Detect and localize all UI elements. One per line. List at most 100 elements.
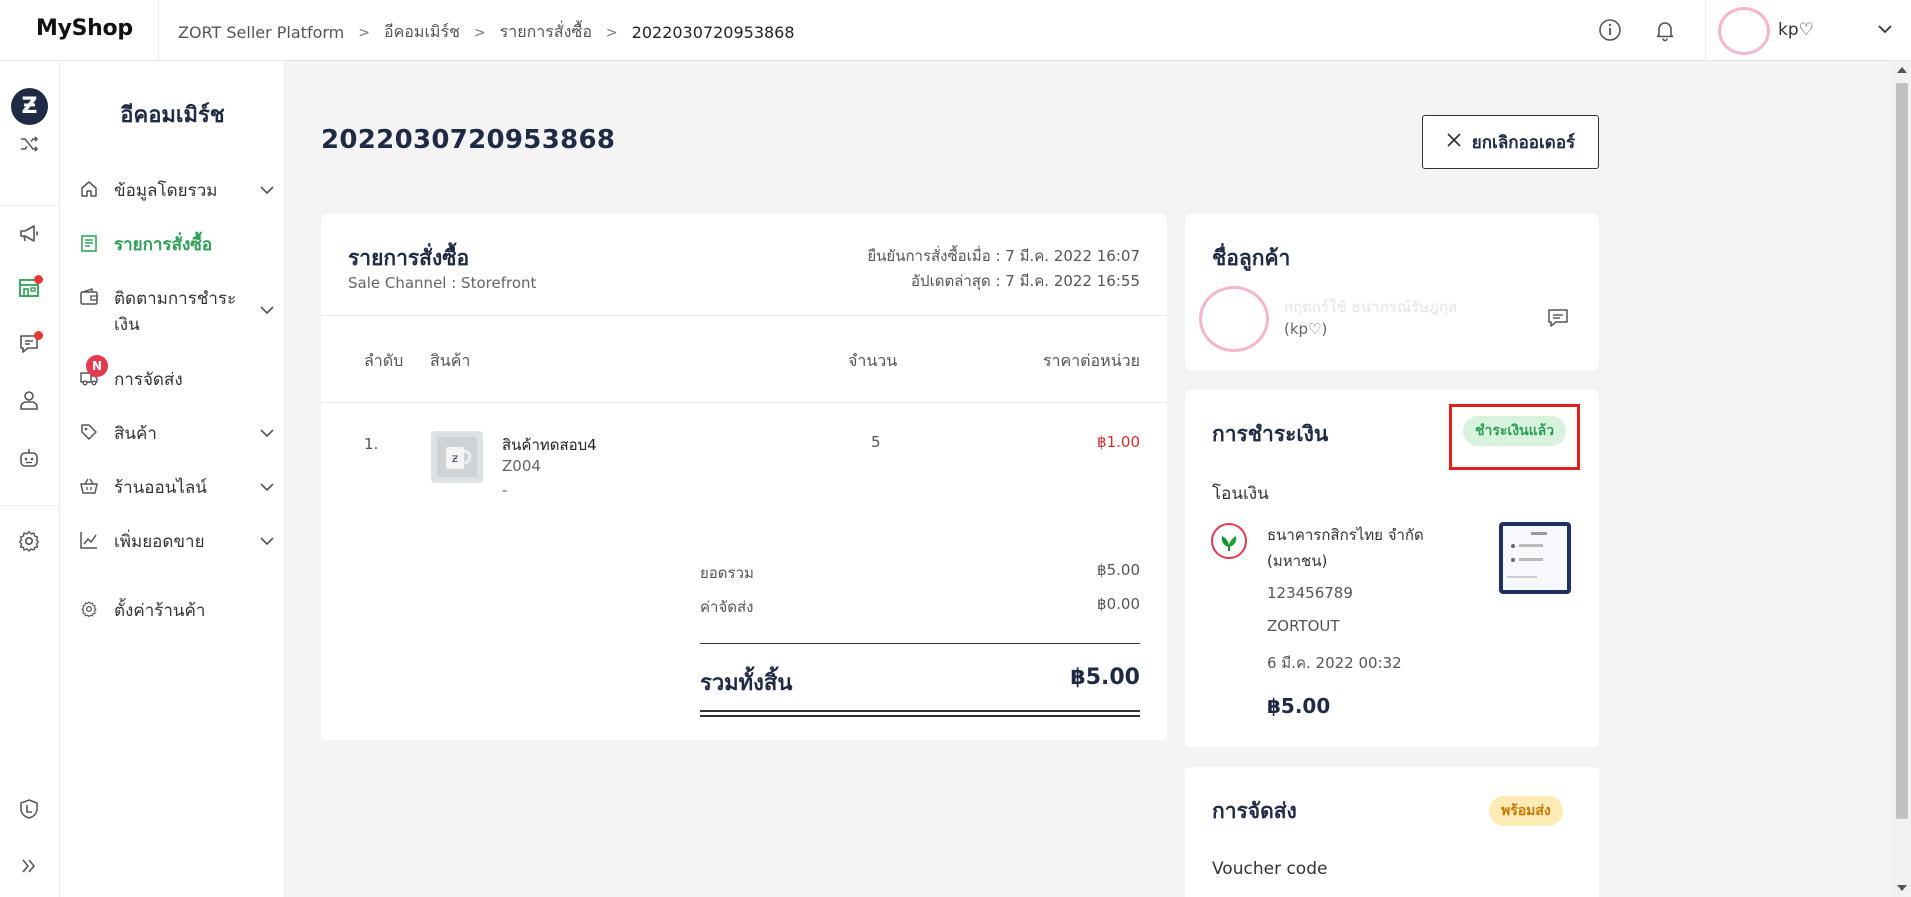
top-bar: MyShop ZORT Seller Platform > อีคอมเมิร์… xyxy=(0,0,1911,61)
chart-icon xyxy=(78,529,100,551)
product-name[interactable]: สินค้าทดสอบ4 xyxy=(502,433,597,457)
sidebar-item-label: การจัดส่ง xyxy=(114,370,183,390)
sidebar-item-shipping[interactable]: N การจัดส่ง xyxy=(78,355,278,393)
sidebar-item-online-store[interactable]: ร้านออนไลน์ xyxy=(78,475,278,501)
sidebar-item-overview[interactable]: ข้อมูลโดยรวม xyxy=(78,178,278,204)
breadcrumb-item-platform[interactable]: ZORT Seller Platform xyxy=(178,23,344,42)
shield-l-icon[interactable] xyxy=(14,794,44,824)
divider xyxy=(0,205,60,206)
bell-icon[interactable] xyxy=(1651,16,1679,44)
bot-icon[interactable] xyxy=(14,443,44,473)
truck-icon: N xyxy=(78,355,108,389)
sidebar-item-label: รายการสั่งซื้อ xyxy=(114,235,213,255)
column-header-unit-price: ราคาต่อหน่วย xyxy=(1042,351,1140,370)
shipping-card: การจัดส่ง พร้อมส่ง Voucher code xyxy=(1185,767,1599,897)
divider xyxy=(700,643,1140,644)
sidebar-item-label: ข้อมูลโดยรวม xyxy=(114,181,218,201)
chevron-down-icon[interactable] xyxy=(258,478,278,501)
shipping-fee-value: ฿0.00 xyxy=(1097,595,1140,613)
basket-icon xyxy=(78,475,100,497)
shipping-fee-label: ค่าจัดส่ง xyxy=(700,598,754,616)
notification-dot xyxy=(34,275,43,284)
product-thumbnail[interactable]: Ƶ xyxy=(431,431,483,483)
sidebar-item-label: สินค้า xyxy=(114,424,157,444)
order-list-icon xyxy=(78,232,100,254)
chevron-right-icon: > xyxy=(358,24,370,41)
message-icon[interactable] xyxy=(1546,306,1570,334)
sidebar-item-payment-tracking[interactable]: ติดตามการชำระเงิน xyxy=(78,286,278,338)
megaphone-icon[interactable] xyxy=(14,219,44,249)
updated-date: อัปเดตล่าสุด : 7 มี.ค. 2022 16:55 xyxy=(911,272,1140,290)
zort-logo-icon[interactable]: Ƶ xyxy=(11,88,48,125)
sidebar-item-orders[interactable]: รายการสั่งซื้อ xyxy=(78,232,278,258)
sidebar-item-label: ตั้งค่าร้านค้า xyxy=(114,601,206,621)
tag-icon xyxy=(78,421,100,443)
sidebar-item-label: ติดตามการชำระเงิน xyxy=(114,289,237,335)
close-icon xyxy=(1446,132,1462,153)
divider xyxy=(0,505,60,506)
sidebar-item-store-settings[interactable]: ตั้งค่าร้านค้า xyxy=(78,598,278,624)
page-title: 2022030720953868 xyxy=(321,125,616,155)
sidebar-item-products[interactable]: สินค้า xyxy=(78,421,278,447)
chevron-down-icon[interactable] xyxy=(1876,20,1894,42)
breadcrumb-item-current: 2022030720953868 xyxy=(631,23,795,42)
new-badge: N xyxy=(86,355,108,377)
svg-text:Ƶ: Ƶ xyxy=(452,455,458,465)
chevron-down-icon[interactable] xyxy=(258,532,278,555)
wallet-icon xyxy=(78,286,100,308)
customer-card: ชื่อลูกค้า กฤตกร์ใช้ ธนาภรณ์รัษฎกุล (kp♡… xyxy=(1185,214,1599,370)
customer-card-title: ชื่อลูกค้า xyxy=(1212,246,1291,270)
customer-name: กฤตกร์ใช้ ธนาภรณ์รัษฎกุล xyxy=(1284,298,1458,316)
scrollbar[interactable] xyxy=(1893,61,1911,897)
user-name[interactable]: kp♡ xyxy=(1778,20,1814,40)
scroll-up-arrow-icon[interactable] xyxy=(1897,67,1907,73)
divider xyxy=(700,715,1140,717)
bank-name: ธนาคารกสิกรไทย จำกัด (มหาชน) xyxy=(1267,526,1424,570)
divider xyxy=(321,402,1167,403)
payment-method: โอนเงิน xyxy=(1212,484,1269,504)
sidebar: อีคอมเมิร์ช ข้อมูลโดยรวม รายการสั่งซื้อ … xyxy=(60,61,285,897)
breadcrumb-item-ecommerce[interactable]: อีคอมเมิร์ช xyxy=(384,20,460,45)
breadcrumb: ZORT Seller Platform > อีคอมเมิร์ช > ราย… xyxy=(178,20,795,45)
app-logo[interactable]: MyShop xyxy=(36,16,133,41)
sidebar-title: อีคอมเมิร์ช xyxy=(120,103,225,128)
avatar[interactable] xyxy=(1718,7,1770,55)
row-no: 1. xyxy=(364,435,379,453)
divider xyxy=(158,0,159,61)
divider xyxy=(1705,0,1706,61)
chevron-right-icon: > xyxy=(473,24,486,41)
store-icon[interactable] xyxy=(14,273,44,303)
bank-account-number: 123456789 xyxy=(1267,584,1353,602)
row-qty: 5 xyxy=(871,433,881,451)
payment-slip-thumbnail[interactable] xyxy=(1499,522,1571,594)
user-icon[interactable] xyxy=(14,385,44,415)
chevron-down-icon[interactable] xyxy=(258,424,278,447)
divider xyxy=(321,315,1167,316)
expand-double-chevron-icon[interactable] xyxy=(14,851,44,881)
voucher-code-label: Voucher code xyxy=(1212,859,1328,879)
gear-icon[interactable] xyxy=(14,526,44,556)
column-header-product: สินค้า xyxy=(430,351,471,370)
info-icon[interactable] xyxy=(1596,16,1624,44)
sale-channel: Sale Channel : Storefront xyxy=(348,274,537,292)
cancel-order-button[interactable]: ยกเลิกออเดอร์ xyxy=(1422,115,1599,169)
cancel-order-label: ยกเลิกออเดอร์ xyxy=(1471,132,1576,153)
chevron-down-icon[interactable] xyxy=(258,301,278,324)
column-header-qty: จำนวน xyxy=(848,351,898,370)
total-label: รวมทั้งสิ้น xyxy=(700,671,793,696)
sidebar-item-boost-sales[interactable]: เพิ่มยอดขาย xyxy=(78,529,278,555)
order-items-card: รายการสั่งซื้อ Sale Channel : Storefront… xyxy=(321,214,1167,740)
chat-icon[interactable] xyxy=(14,329,44,359)
breadcrumb-item-orders[interactable]: รายการสั่งซื้อ xyxy=(500,20,592,45)
confirmed-date: ยืนยันการสั่งซื้อเมื่อ : 7 มี.ค. 2022 16… xyxy=(867,247,1140,265)
column-header-no: ลำดับ xyxy=(364,351,404,370)
customer-avatar xyxy=(1199,286,1269,352)
chevron-down-icon[interactable] xyxy=(258,181,278,204)
product-sku: Z004 xyxy=(502,457,541,475)
gear-icon xyxy=(78,598,100,620)
shuffle-icon[interactable] xyxy=(14,129,44,159)
slip-preview xyxy=(1503,526,1567,590)
scroll-down-arrow-icon[interactable] xyxy=(1897,885,1907,891)
subtotal-value: ฿5.00 xyxy=(1097,561,1140,579)
scroll-thumb[interactable] xyxy=(1896,83,1908,819)
